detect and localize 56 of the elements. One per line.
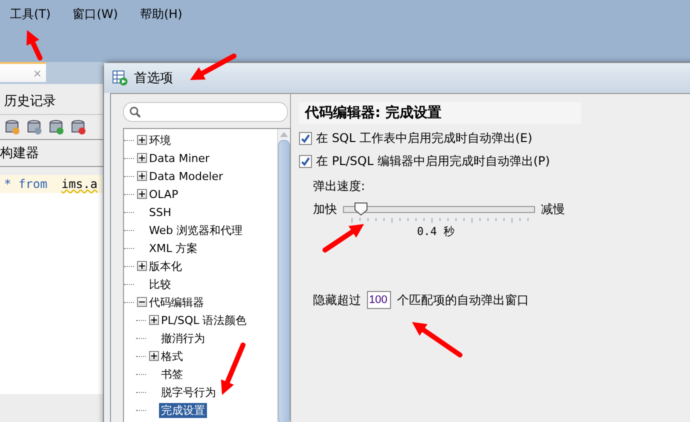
tree-item[interactable]: 代码编辑器 <box>147 294 206 310</box>
tree-item[interactable]: 书签 <box>159 366 185 382</box>
annotation-arrow <box>220 342 246 395</box>
database-icon[interactable] <box>70 119 86 135</box>
tree-item[interactable]: PL/SQL 语法颜色 <box>159 312 249 328</box>
expand-icon[interactable] <box>137 189 147 199</box>
field-label: 个匹配项的自动弹出窗口 <box>397 292 529 308</box>
menu-item[interactable]: 帮助(H) <box>140 6 182 44</box>
expand-icon[interactable] <box>137 171 147 181</box>
checkbox-label: 在 SQL 工作表中启用完成时自动弹出(E) <box>316 130 532 147</box>
database-icon[interactable] <box>4 119 20 135</box>
tree-item[interactable]: 脱字号行为 <box>159 384 218 400</box>
checkbox-label: 在 PL/SQL 编辑器中启用完成时自动弹出(P) <box>316 153 550 170</box>
number-field[interactable]: 100 <box>367 291 391 309</box>
annotation-arrow <box>190 54 236 80</box>
field-label: 弹出速度: <box>313 178 366 195</box>
expand-icon[interactable] <box>149 351 159 361</box>
tree-item[interactable]: 格式 <box>159 348 185 364</box>
tree-item[interactable]: 完成设置 <box>159 402 207 418</box>
collapse-icon[interactable] <box>137 297 147 307</box>
code-text: ims.a <box>61 177 98 191</box>
tree-item[interactable]: SSH <box>147 206 174 218</box>
database-icon[interactable] <box>48 119 64 135</box>
scrollbar[interactable] <box>277 129 290 422</box>
tree-item[interactable]: Data Miner <box>147 152 212 164</box>
window-icon <box>112 70 128 86</box>
tree-item[interactable]: Web 浏览器和代理 <box>147 222 244 238</box>
annotation-arrow <box>412 322 462 358</box>
expand-icon[interactable] <box>149 315 159 325</box>
search-field[interactable] <box>123 102 288 122</box>
window-title: 首选项 <box>134 70 173 87</box>
slider-min-label: 加快 <box>313 201 337 218</box>
tree-item[interactable]: 环境 <box>147 132 173 148</box>
tree-item[interactable]: XML 方案 <box>147 240 200 256</box>
search-icon <box>129 106 141 118</box>
checkbox[interactable] <box>299 132 312 145</box>
database-icon[interactable] <box>26 119 42 135</box>
menu-item[interactable]: 窗口(W) <box>72 6 118 44</box>
menu-item[interactable]: 工具(T) <box>10 6 51 44</box>
tree-item[interactable]: 撤消行为 <box>159 330 207 346</box>
tree-item[interactable]: 比较 <box>147 276 173 292</box>
tree-item[interactable]: Data Modeler <box>147 170 226 182</box>
field-label: 隐藏超过 <box>313 292 361 308</box>
slider-thumb[interactable] <box>354 202 368 216</box>
expand-icon[interactable] <box>137 153 147 163</box>
expand-icon[interactable] <box>137 135 147 145</box>
code-keyword: * from <box>4 177 48 191</box>
annotation-arrow <box>322 224 364 252</box>
slider-reading: 0.4 秒 <box>417 224 456 239</box>
tree-item[interactable]: OLAP <box>147 188 180 200</box>
tree-item[interactable]: 版本化 <box>147 258 184 274</box>
expand-icon[interactable] <box>137 261 147 271</box>
checkbox[interactable] <box>299 155 312 168</box>
annotation-arrow <box>26 30 42 60</box>
page-heading: 代码编辑器: 完成设置 <box>299 102 581 124</box>
slider-max-label: 减慢 <box>541 201 565 218</box>
